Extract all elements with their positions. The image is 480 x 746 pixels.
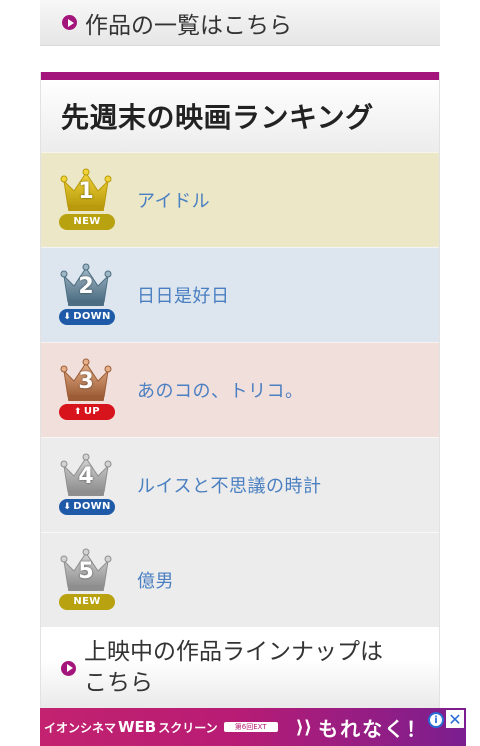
rank-badge: 3 ⬆ UP	[41, 343, 137, 438]
rank-number: 3	[78, 368, 94, 394]
movie-title-link[interactable]: アイドル	[137, 187, 210, 213]
ad-brand: イオンシネマ WEB スクリーン	[44, 718, 218, 736]
movie-title-link[interactable]: ルイスと不思議の時計	[137, 472, 321, 498]
works-list-link[interactable]: 作品の一覧はこちら	[40, 0, 440, 46]
ad-close-icon[interactable]: ✕	[446, 710, 464, 729]
rank-change-arrow-icon: ⬆	[74, 406, 82, 417]
ranking-item[interactable]: 5 NEW 億男	[41, 532, 439, 627]
movie-title-link[interactable]: 日日是好日	[137, 282, 230, 308]
ad-info-icon[interactable]: i	[428, 712, 444, 728]
rank-change-label: NEW	[73, 596, 101, 607]
ad-copy: もれなく！	[318, 716, 429, 741]
rank-change-label: DOWN	[73, 501, 111, 512]
rank-change-badge: ⬇ DOWN	[59, 308, 115, 325]
rank-number: 2	[78, 273, 94, 299]
rank-change-arrow-icon: ⬇	[63, 311, 72, 322]
play-bullet-icon	[62, 15, 77, 30]
rank-change-badge: ⬇ DOWN	[59, 498, 115, 515]
rank-change-badge: NEW	[59, 593, 115, 610]
rank-badge: 2 ⬇ DOWN	[41, 248, 137, 343]
ranking-item[interactable]: 3 ⬆ UP あのコの、トリコ。	[41, 342, 439, 437]
movie-title-link[interactable]: 億男	[137, 567, 174, 593]
burst-icon: ⟩⟩	[295, 716, 313, 738]
rank-change-badge: NEW	[59, 213, 115, 230]
rank-badge: 1 NEW	[41, 153, 137, 248]
ad-banner[interactable]: イオンシネマ WEB スクリーン 第6回EXT ⟩⟩ もれなく！ i ✕	[40, 708, 466, 746]
rank-number: 5	[78, 558, 94, 584]
ranking-accent-bar	[41, 72, 439, 80]
weekend-ranking-panel: 先週末の映画ランキング 1 NEW アイドル 2 ⬇ DOWN 日日是好日 3 ⬆ UP あのコの、…	[40, 72, 440, 627]
rank-change-badge: ⬆ UP	[59, 403, 115, 420]
ad-mini-badge: 第6回EXT	[223, 722, 278, 732]
play-bullet-icon	[61, 660, 76, 676]
ranking-heading: 先週末の映画ランキング	[41, 80, 439, 152]
rank-change-arrow-icon: ⬇	[63, 501, 72, 512]
rank-number: 1	[78, 178, 94, 204]
ranking-item[interactable]: 2 ⬇ DOWN 日日是好日	[41, 247, 439, 342]
ranking-item[interactable]: 4 ⬇ DOWN ルイスと不思議の時計	[41, 437, 439, 532]
lineup-link[interactable]: 上映中の作品ラインナップはこちら	[40, 627, 440, 709]
lineup-link-label: 上映中の作品ラインナップはこちら	[84, 639, 383, 696]
rank-change-label: UP	[83, 406, 100, 417]
rank-badge: 4 ⬇ DOWN	[41, 438, 137, 533]
ranking-list: 1 NEW アイドル 2 ⬇ DOWN 日日是好日 3 ⬆ UP あのコの、トリコ。 4 ⬇ DOWN ルイ…	[41, 152, 439, 627]
works-list-link-label: 作品の一覧はこちら	[85, 12, 292, 39]
movie-title-link[interactable]: あのコの、トリコ。	[137, 377, 304, 403]
ranking-item[interactable]: 1 NEW アイドル	[41, 152, 439, 247]
rank-badge: 5 NEW	[41, 533, 137, 628]
rank-change-label: NEW	[73, 216, 101, 227]
rank-number: 4	[78, 463, 94, 489]
rank-change-label: DOWN	[73, 311, 111, 322]
